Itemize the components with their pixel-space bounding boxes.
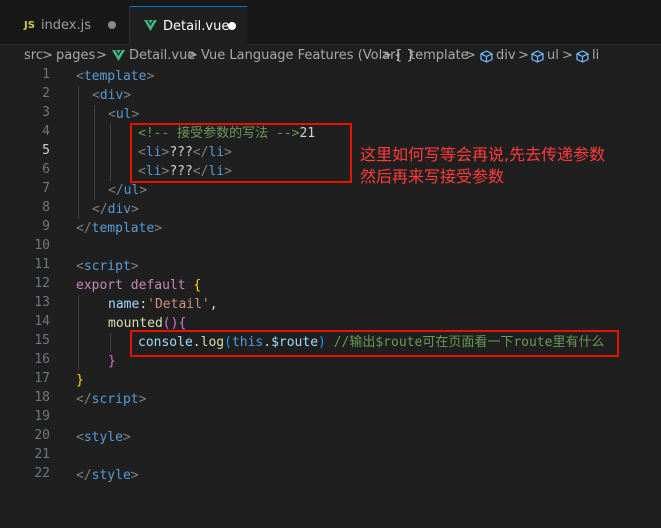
element-cube-icon [576,50,589,63]
tab-index-js[interactable]: JS index.js [0,6,130,44]
breadcrumb: src > pages > Detail.vue > Vue Language … [0,45,661,67]
indent-guide [110,333,111,352]
annotation-text: 然后再来写接受参数 [360,167,505,186]
breadcrumb-ul[interactable]: ul [547,48,559,63]
vue-file-icon [144,20,157,31]
breadcrumb-separator: > [518,48,529,63]
code-line: <style> [76,430,131,445]
element-cube-icon [531,50,544,63]
code-line: </div> [92,202,139,217]
unsaved-dot-icon[interactable] [108,21,116,29]
code-line: <ul> [108,107,140,122]
code-line: </script> [76,392,147,407]
javascript-file-icon: JS [24,19,35,31]
annotation-text: 这里如何写等会再说,先去传递参数 [360,145,606,164]
line-number: 19 [34,409,50,424]
unsaved-dot-icon[interactable] [228,22,236,30]
code-line: <div> [92,88,132,103]
line-number: 3 [42,105,50,120]
code-line: </ul> [108,183,148,198]
vue-file-icon [112,50,125,61]
line-number: 6 [42,162,50,177]
line-number: 12 [34,276,50,291]
breadcrumb-div[interactable]: div [496,48,516,63]
breadcrumb-separator: > [187,48,198,63]
breadcrumb-file[interactable]: Detail.vue [129,48,195,63]
line-number: 22 [34,466,50,481]
breadcrumb-separator: > [562,48,573,63]
code-line: } [108,354,116,369]
line-number: 7 [42,181,50,196]
breadcrumb-language[interactable]: Vue Language Features (Volar) [201,48,401,63]
annotation-box-li [130,123,352,183]
breadcrumb-template[interactable]: template [410,48,469,63]
indent-guide [110,124,111,181]
indent-guide [94,105,95,200]
breadcrumb-separator: > [42,48,53,63]
line-number: 5 [42,143,50,158]
code-line: <script> [76,259,139,274]
line-number: 4 [42,124,50,139]
indent-guide [78,86,79,219]
line-number: 11 [34,257,50,272]
line-number: 1 [42,67,50,82]
code-line: export default { [76,278,202,293]
code-line: </template> [76,221,163,236]
breadcrumb-separator: > [465,48,476,63]
line-number: 17 [34,371,50,386]
line-number: 9 [42,219,50,234]
line-number: 21 [34,447,50,462]
line-number: 15 [34,333,50,348]
line-number: 2 [42,86,50,101]
breadcrumb-src[interactable]: src [24,48,43,63]
line-number: 18 [34,390,50,405]
line-number: 13 [34,295,50,310]
annotation-box-console [130,330,619,357]
tab-label: index.js [40,17,92,33]
tab-detail-vue[interactable]: Detail.vue [130,6,247,45]
tab-label: Detail.vue [163,18,230,34]
code-line: <template> [76,69,155,84]
line-number: 10 [34,238,50,253]
breadcrumb-separator: > [381,48,392,63]
line-number: 20 [34,428,50,443]
breadcrumb-li[interactable]: li [592,48,599,63]
line-number: 16 [34,352,50,367]
breadcrumb-pages[interactable]: pages [56,48,95,63]
code-line: </style> [76,468,139,483]
line-number: 8 [42,200,50,215]
breadcrumb-separator: > [96,48,107,63]
line-number: 14 [34,314,50,329]
code-line: } [76,373,84,388]
element-cube-icon [480,50,493,63]
indent-guide [78,295,79,371]
code-line: name:'Detail', [108,297,218,312]
editor-tab-bar: JS index.js Detail.vue [0,6,661,45]
